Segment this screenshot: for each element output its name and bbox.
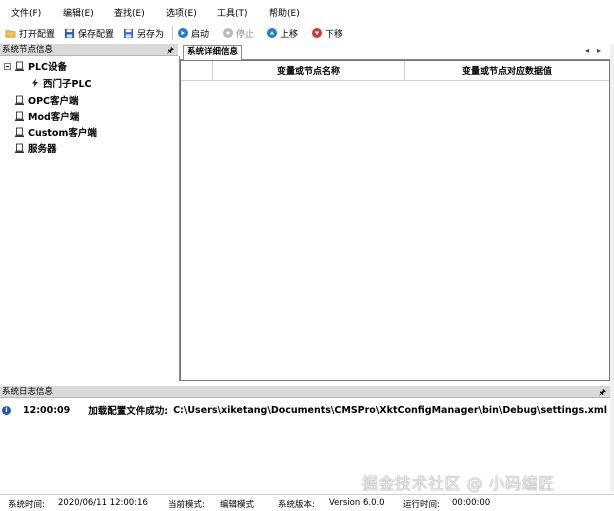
folder-open-icon: [5, 29, 16, 37]
log-panel-title: 系统日志信息: [2, 387, 54, 397]
save-config-button[interactable]: 保存配置: [64, 25, 114, 41]
save-as-label: 另存为: [137, 29, 165, 40]
tree-node-plc-label: PLC设备: [28, 62, 67, 73]
node-panel-header: 系统节点信息 🖈: [0, 44, 178, 56]
tree-node-mod[interactable]: Mod客户端: [14, 109, 79, 123]
status-mode-label: 当前模式:: [168, 500, 205, 510]
status-time-label: 系统时间:: [8, 500, 45, 510]
tree-node-mod-label: Mod客户端: [28, 112, 80, 123]
watermark: 掘金技术社区 @ 小码编匠: [362, 474, 555, 493]
menu-find[interactable]: 查找(E): [114, 6, 145, 19]
status-run-value: 00:00:00: [452, 498, 491, 508]
status-run-label: 运行时间:: [403, 500, 440, 510]
detail-pane: 系统详细信息 ◂ ▸ 变量或节点名称 变量或节点对应数据值: [180, 44, 610, 381]
log-entry-path: C:\Users\xiketang\Documents\CMSPro\XktCo…: [173, 404, 608, 416]
tree-node-server[interactable]: 服务器: [14, 141, 57, 155]
tree-node-opc[interactable]: OPC客户端: [14, 93, 79, 107]
save-icon: [64, 28, 75, 38]
lightning-icon: [32, 78, 38, 88]
collapse-toggle[interactable]: [4, 63, 11, 70]
detail-tabstrip: 系统详细信息 ◂ ▸: [180, 44, 610, 60]
device-icon: [15, 127, 24, 137]
tree-node-siemens[interactable]: 西门子PLC: [30, 76, 92, 90]
menu-help[interactable]: 帮助(E): [269, 6, 300, 19]
log-entry-time: 12:00:09: [23, 404, 71, 416]
move-up-button[interactable]: 上移: [267, 25, 298, 41]
toolbar-separator: [172, 26, 173, 40]
log-panel-header: 系统日志信息 🖈: [0, 386, 610, 398]
move-up-label: 上移: [280, 29, 299, 40]
stop-icon: [223, 28, 233, 38]
tree-node-plc[interactable]: PLC设备: [14, 59, 67, 73]
arrow-up-icon: [267, 28, 277, 38]
column-header-name[interactable]: 变量或节点名称: [213, 61, 405, 80]
status-time-value: 2020/06/11 12:00:16: [58, 498, 148, 508]
status-mode-value: 编辑模式: [220, 500, 255, 510]
tab-system-details[interactable]: 系统详细信息: [183, 45, 243, 60]
start-button[interactable]: 启动: [178, 25, 209, 41]
save-as-icon: [123, 28, 134, 38]
grid-header: 变量或节点名称 变量或节点对应数据值: [181, 61, 609, 81]
tree-node-custom-label: Custom客户端: [28, 128, 97, 139]
device-icon: [15, 95, 24, 105]
info-icon: i: [2, 405, 11, 415]
tree-node-siemens-label: 西门子PLC: [43, 79, 92, 90]
menu-tools[interactable]: 工具(T): [217, 6, 248, 19]
menu-file[interactable]: 文件(F): [11, 6, 41, 19]
tree-node-custom[interactable]: Custom客户端: [14, 125, 97, 139]
status-version-value: Version 6.0.0: [329, 498, 385, 508]
log-entry-message: 加载配置文件成功:: [88, 406, 169, 417]
log-entry[interactable]: i 12:00:09 加载配置文件成功: C:\Users\xiketang\D…: [2, 403, 607, 417]
open-config-button[interactable]: 打开配置: [5, 25, 55, 41]
stop-button[interactable]: 停止: [223, 25, 254, 41]
status-bar: 系统时间: 2020/06/11 12:00:16 当前模式: 编辑模式 系统版…: [0, 494, 614, 511]
start-label: 启动: [191, 29, 210, 40]
device-icon: [15, 111, 24, 121]
tree-node-opc-label: OPC客户端: [28, 96, 79, 107]
save-as-button[interactable]: 另存为: [123, 25, 164, 41]
toolbar: 打开配置 保存配置 另存为 启动 停止 上移 下移: [0, 22, 614, 44]
status-version-label: 系统版本:: [278, 500, 315, 510]
menu-options[interactable]: 选项(E): [166, 6, 197, 19]
stop-label: 停止: [236, 29, 255, 40]
window-edge: [610, 44, 614, 492]
move-down-label: 下移: [325, 29, 344, 40]
tab-scroll-right-icon[interactable]: ▸: [597, 46, 601, 55]
node-panel-title: 系统节点信息: [2, 45, 54, 55]
arrow-down-icon: [312, 28, 322, 38]
tree-node-server-label: 服务器: [28, 144, 57, 155]
detail-grid[interactable]: 变量或节点名称 变量或节点对应数据值: [180, 60, 610, 381]
node-tree: PLC设备 西门子PLC OPC客户端 Mod客户端 Custom客户端 服务器: [0, 56, 180, 381]
play-icon: [178, 28, 188, 38]
menu-bar: 文件(F) 编辑(E) 查找(E) 选项(E) 工具(T) 帮助(E): [0, 0, 614, 22]
row-header-corner: [181, 61, 213, 80]
move-down-button[interactable]: 下移: [312, 25, 343, 41]
column-header-value[interactable]: 变量或节点对应数据值: [405, 61, 609, 80]
menu-edit[interactable]: 编辑(E): [63, 6, 94, 19]
device-icon: [15, 143, 24, 153]
tab-scroll-left-icon[interactable]: ◂: [585, 46, 589, 55]
open-config-label: 打开配置: [19, 29, 56, 40]
save-config-label: 保存配置: [78, 29, 115, 40]
device-icon: [15, 61, 24, 71]
